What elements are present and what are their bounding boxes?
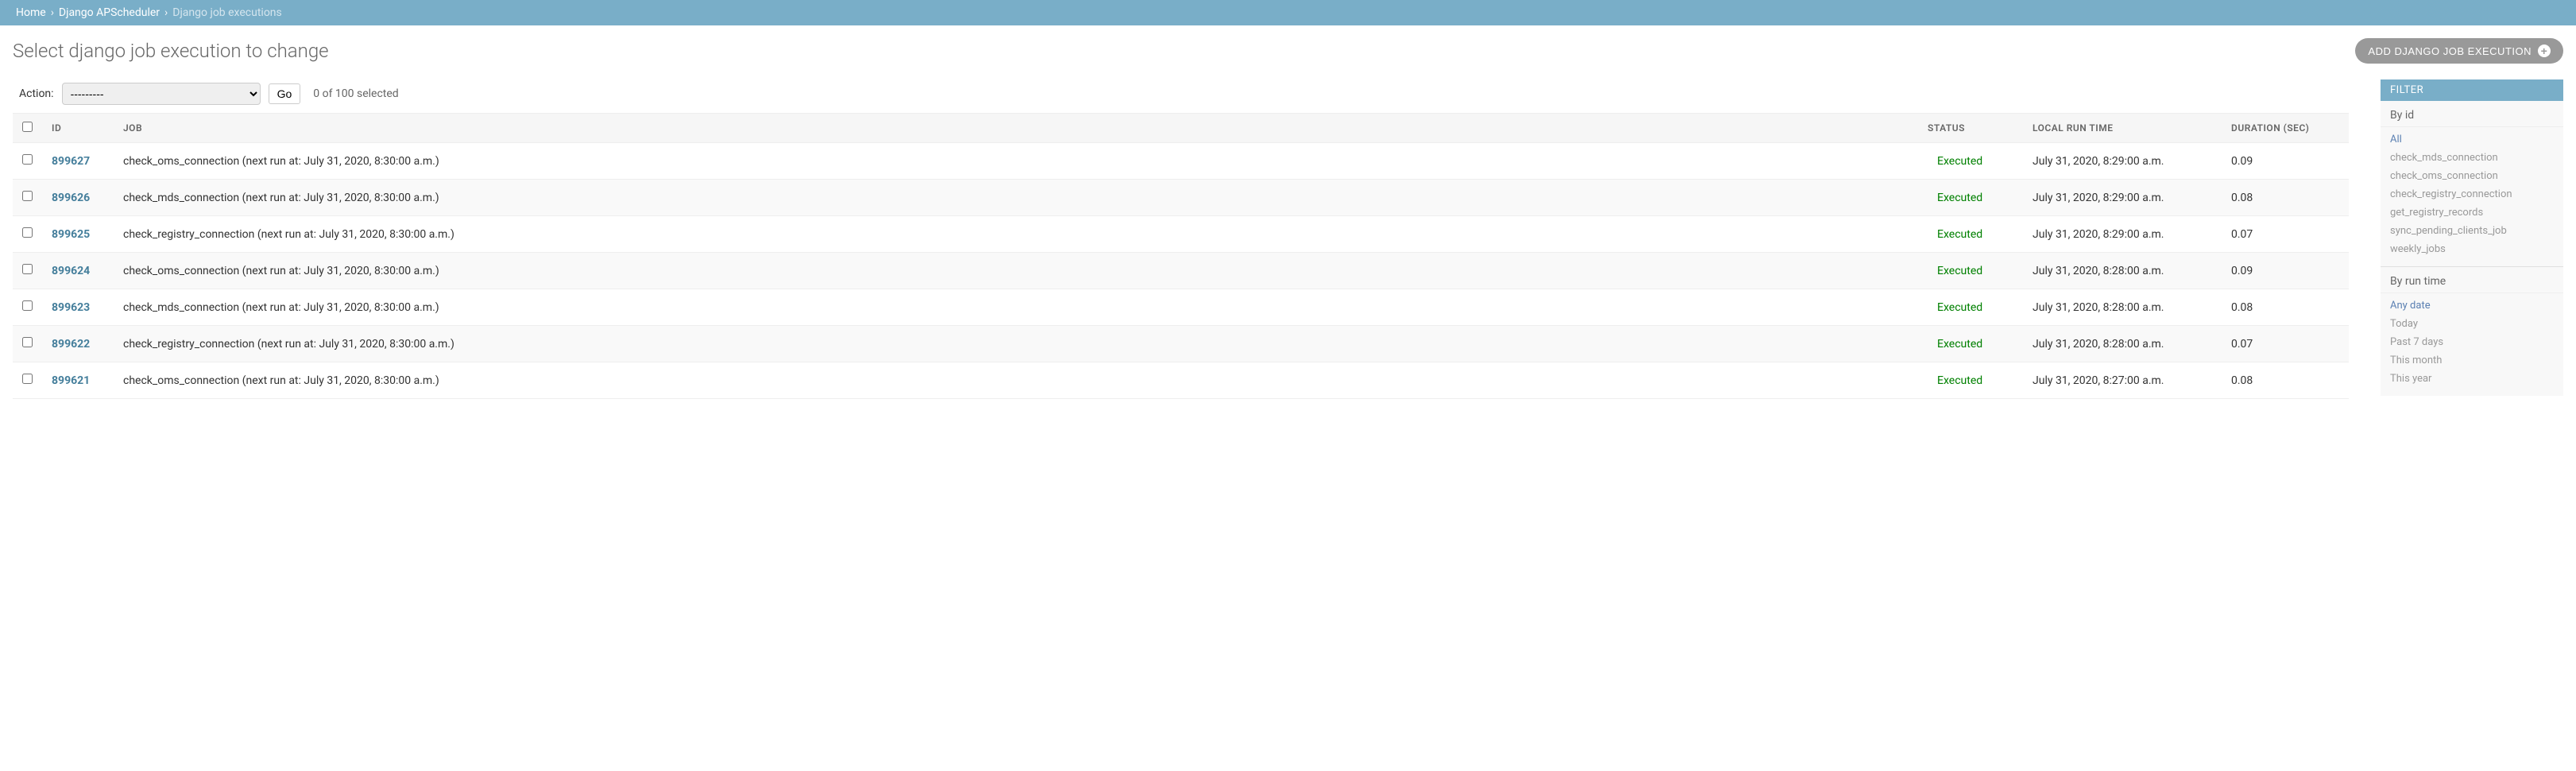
column-header-job[interactable]: JOB — [114, 114, 1928, 143]
breadcrumb: Home › Django APScheduler › Django job e… — [0, 0, 2576, 25]
runtime-cell: July 31, 2020, 8:28:00 a.m. — [2023, 326, 2222, 362]
filter-option[interactable]: This month — [2381, 351, 2563, 370]
job-cell: check_oms_connection (next run at: July … — [114, 362, 1928, 399]
job-execution-id-link[interactable]: 899622 — [52, 338, 90, 351]
job-cell: check_mds_connection (next run at: July … — [114, 289, 1928, 326]
job-cell: check_registry_connection (next run at: … — [114, 326, 1928, 362]
action-label: Action: — [19, 87, 54, 100]
select-all-checkbox[interactable] — [22, 122, 33, 132]
add-button-label: ADD DJANGO JOB EXECUTION — [2368, 45, 2532, 57]
table-row: 899627 check_oms_connection (next run at:… — [13, 143, 2349, 180]
duration-cell: 0.08 — [2222, 362, 2349, 399]
job-execution-id-link[interactable]: 899627 — [52, 155, 90, 168]
row-select-checkbox[interactable] — [22, 337, 33, 347]
plus-icon: + — [2538, 45, 2551, 57]
status-cell: Executed — [1937, 301, 1982, 314]
column-header-status[interactable]: STATUS — [1928, 114, 2023, 143]
row-select-checkbox[interactable] — [22, 300, 33, 311]
job-execution-id-link[interactable]: 899625 — [52, 228, 90, 241]
table-row: 899625 check_registry_connection (next ru… — [13, 216, 2349, 253]
go-button[interactable]: Go — [269, 83, 301, 104]
duration-cell: 0.07 — [2222, 326, 2349, 362]
job-cell: check_oms_connection (next run at: July … — [114, 143, 1928, 180]
status-cell: Executed — [1937, 192, 1982, 204]
runtime-cell: July 31, 2020, 8:27:00 a.m. — [2023, 362, 2222, 399]
job-cell: check_mds_connection (next run at: July … — [114, 180, 1928, 216]
table-row: 899622 check_registry_connection (next ru… — [13, 326, 2349, 362]
runtime-cell: July 31, 2020, 8:29:00 a.m. — [2023, 216, 2222, 253]
filter-option[interactable]: All — [2381, 130, 2563, 149]
runtime-cell: July 31, 2020, 8:29:00 a.m. — [2023, 143, 2222, 180]
duration-cell: 0.09 — [2222, 143, 2349, 180]
status-cell: Executed — [1937, 374, 1982, 387]
runtime-cell: July 31, 2020, 8:29:00 a.m. — [2023, 180, 2222, 216]
runtime-cell: July 31, 2020, 8:28:00 a.m. — [2023, 253, 2222, 289]
duration-cell: 0.08 — [2222, 289, 2349, 326]
row-select-checkbox[interactable] — [22, 264, 33, 274]
page-title: Select django job execution to change — [13, 40, 329, 62]
action-select[interactable]: --------- — [62, 83, 261, 105]
filter-panel: FILTER By idAllcheck_mds_connectioncheck… — [2381, 79, 2563, 396]
job-execution-id-link[interactable]: 899623 — [52, 301, 90, 314]
filter-panel-title: FILTER — [2381, 79, 2563, 101]
status-cell: Executed — [1937, 228, 1982, 241]
duration-cell: 0.08 — [2222, 180, 2349, 216]
status-cell: Executed — [1937, 155, 1982, 168]
row-select-checkbox[interactable] — [22, 227, 33, 238]
table-row: 899621 check_oms_connection (next run at:… — [13, 362, 2349, 399]
column-header-duration[interactable]: DURATION (SEC) — [2222, 114, 2349, 143]
action-bar: Action: --------- Go 0 of 100 selected — [13, 79, 2349, 113]
job-cell: check_oms_connection (next run at: July … — [114, 253, 1928, 289]
table-row: 899624 check_oms_connection (next run at:… — [13, 253, 2349, 289]
table-row: 899623 check_mds_connection (next run at:… — [13, 289, 2349, 326]
job-executions-table: ID JOB STATUS LOCAL RUN TIME DURATION (S… — [13, 113, 2349, 399]
add-django-job-execution-button[interactable]: ADD DJANGO JOB EXECUTION + — [2355, 38, 2563, 64]
duration-cell: 0.07 — [2222, 216, 2349, 253]
filter-option[interactable]: Any date — [2381, 296, 2563, 315]
row-select-checkbox[interactable] — [22, 374, 33, 384]
selection-count: 0 of 100 selected — [313, 87, 398, 100]
filter-option[interactable]: check_mds_connection — [2381, 149, 2563, 167]
filter-option[interactable]: weekly_jobs — [2381, 240, 2563, 258]
duration-cell: 0.09 — [2222, 253, 2349, 289]
filter-option[interactable]: check_oms_connection — [2381, 167, 2563, 185]
filter-option[interactable]: Today — [2381, 315, 2563, 333]
filter-option[interactable]: This year — [2381, 370, 2563, 388]
status-cell: Executed — [1937, 338, 1982, 351]
filter-option[interactable]: sync_pending_clients_job — [2381, 222, 2563, 240]
column-header-runtime[interactable]: LOCAL RUN TIME — [2023, 114, 2222, 143]
table-row: 899626 check_mds_connection (next run at:… — [13, 180, 2349, 216]
runtime-cell: July 31, 2020, 8:28:00 a.m. — [2023, 289, 2222, 326]
job-execution-id-link[interactable]: 899624 — [52, 265, 90, 277]
job-cell: check_registry_connection (next run at: … — [114, 216, 1928, 253]
filter-option[interactable]: check_registry_connection — [2381, 185, 2563, 203]
breadcrumb-current: Django job executions — [172, 6, 282, 19]
column-header-id[interactable]: ID — [42, 114, 114, 143]
breadcrumb-separator: › — [51, 6, 54, 19]
filter-group-title: By id — [2381, 101, 2563, 127]
breadcrumb-app[interactable]: Django APScheduler — [59, 6, 160, 19]
filter-group-title: By run time — [2381, 267, 2563, 293]
filter-option[interactable]: get_registry_records — [2381, 203, 2563, 222]
breadcrumb-separator: › — [164, 6, 168, 19]
job-execution-id-link[interactable]: 899621 — [52, 374, 90, 387]
job-execution-id-link[interactable]: 899626 — [52, 192, 90, 204]
breadcrumb-home[interactable]: Home — [16, 6, 46, 19]
filter-option[interactable]: Past 7 days — [2381, 333, 2563, 351]
status-cell: Executed — [1937, 265, 1982, 277]
row-select-checkbox[interactable] — [22, 154, 33, 165]
row-select-checkbox[interactable] — [22, 191, 33, 201]
